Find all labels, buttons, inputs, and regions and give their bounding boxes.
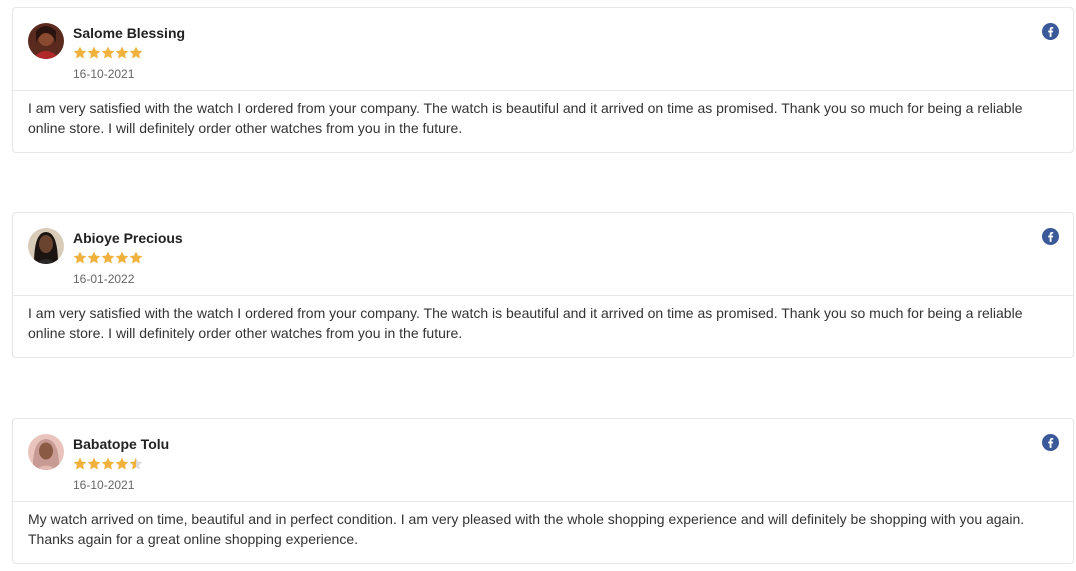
avatar (28, 228, 64, 264)
reviewer-name: Abioye Precious (73, 230, 183, 246)
review-text: I am very satisfied with the watch I ord… (28, 100, 1023, 136)
review-card: Abioye Precious 16-01-2022 I am very sat… (12, 212, 1074, 358)
star-icon (129, 251, 143, 264)
review-date: 16-01-2022 (73, 272, 135, 286)
star-icon (73, 46, 87, 59)
facebook-icon[interactable] (1042, 434, 1059, 451)
star-icon (73, 457, 87, 470)
review-card: Babatope Tolu 16-10-2021 My watch arrive… (12, 418, 1074, 564)
reviewer-name: Salome Blessing (73, 25, 186, 41)
review-text: My watch arrived on time, beautiful and … (28, 511, 1025, 547)
review-card: Salome Blessing 16-10-2021 I am very sat… (12, 7, 1074, 153)
star-icon (101, 457, 115, 470)
review-text: I am very satisfied with the watch I ord… (28, 305, 1023, 341)
star-icon (87, 457, 101, 470)
star-rating (73, 251, 143, 265)
reviews-list: Salome Blessing 16-10-2021 I am very sat… (0, 0, 1076, 571)
review-header: Abioye Precious 16-01-2022 (13, 213, 1073, 296)
star-icon (101, 251, 115, 264)
star-icon (87, 46, 101, 59)
avatar (28, 23, 64, 59)
star-icon (115, 457, 129, 470)
facebook-icon[interactable] (1042, 228, 1059, 245)
review-header: Salome Blessing 16-10-2021 (13, 8, 1073, 91)
review-date: 16-10-2021 (73, 67, 135, 81)
review-header: Babatope Tolu 16-10-2021 (13, 419, 1073, 502)
star-icon (101, 46, 115, 59)
star-icon (115, 251, 129, 264)
star-icon (115, 46, 129, 59)
reviewer-name: Babatope Tolu (73, 436, 170, 452)
star-icon (73, 251, 87, 264)
star-icon (129, 457, 143, 470)
star-rating (73, 46, 143, 60)
star-icon (87, 251, 101, 264)
star-icon (129, 46, 143, 59)
facebook-icon[interactable] (1042, 23, 1059, 40)
star-rating (73, 457, 143, 471)
review-date: 16-10-2021 (73, 478, 135, 492)
avatar (28, 434, 64, 470)
